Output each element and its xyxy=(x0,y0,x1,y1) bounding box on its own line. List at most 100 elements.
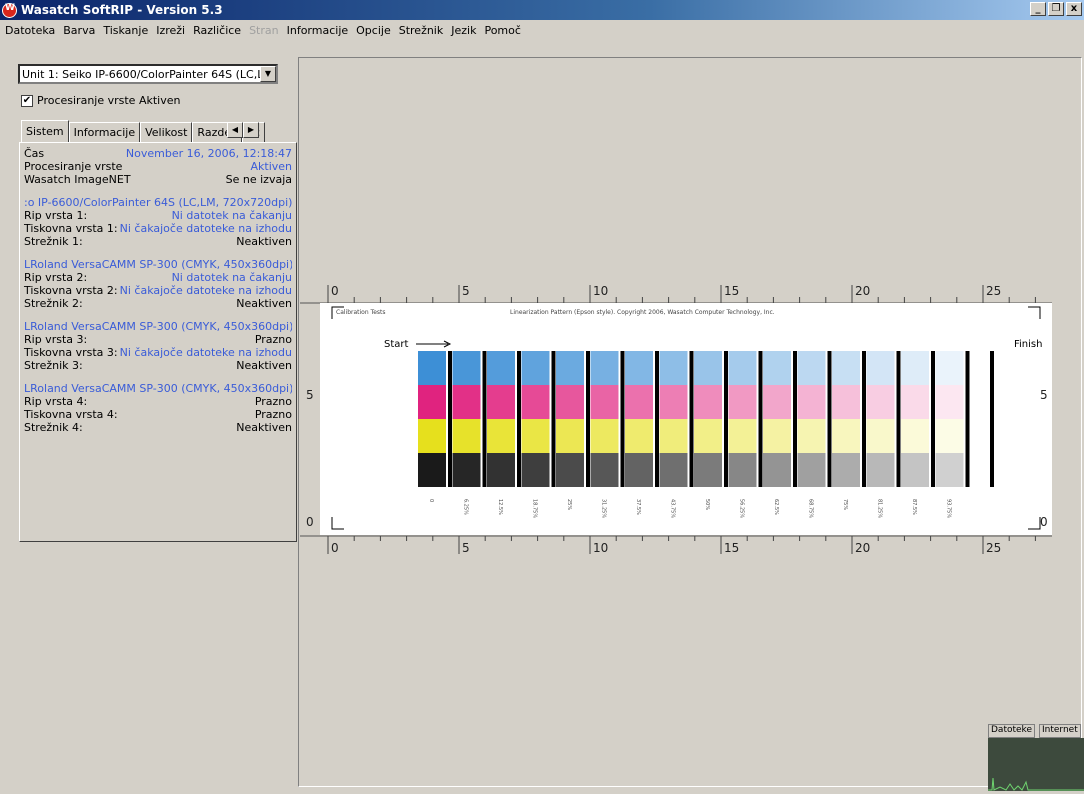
chevron-down-icon[interactable]: ▼ xyxy=(260,66,276,82)
printer-status-row-label: Tiskovna vrsta 2: xyxy=(24,284,118,297)
printer-status-row-value: Neaktiven xyxy=(236,235,292,248)
color-patch xyxy=(590,385,619,419)
menu-item-2[interactable]: Tiskanje xyxy=(100,24,153,37)
color-patch xyxy=(866,385,895,419)
color-patch xyxy=(452,419,481,453)
system-row-value: Se ne izvaja xyxy=(225,173,292,186)
printer-status-row-value: Prazno xyxy=(254,408,292,421)
color-patch xyxy=(521,453,550,487)
printer-status-row-label: Strežnik 4: xyxy=(24,421,83,434)
separator-bar xyxy=(896,351,901,487)
bottom-ruler-label: 15 xyxy=(724,541,739,555)
color-patch xyxy=(832,419,860,453)
color-patch xyxy=(418,419,446,453)
color-patch xyxy=(763,351,791,385)
queue-processing-checkbox[interactable]: ✔ xyxy=(21,94,33,107)
bottom-ruler-label: 20 xyxy=(855,541,870,555)
color-patch xyxy=(728,419,757,453)
color-patch xyxy=(487,351,515,385)
printer-status-row-label: Rip vrsta 3: xyxy=(24,333,88,346)
color-patch xyxy=(556,419,584,453)
color-patch xyxy=(625,385,653,419)
stats-tab-internet[interactable]: Internet xyxy=(1039,724,1081,738)
menu-item-1[interactable]: Barva xyxy=(60,24,100,37)
side-ruler-label-left: 0 xyxy=(306,515,314,529)
color-patch xyxy=(901,351,929,385)
printer-status-row-value: Neaktiven xyxy=(236,359,292,372)
color-patch xyxy=(935,419,964,453)
system-row-label: Procesiranje vrste xyxy=(24,160,123,173)
color-patch xyxy=(452,453,481,487)
queue-processing-toggle[interactable]: ✔ Procesiranje vrste Aktiven xyxy=(21,94,180,107)
step-label: 81.25% xyxy=(877,499,883,518)
close-button[interactable]: x xyxy=(1066,2,1082,16)
menu-item-10[interactable]: Pomoč xyxy=(481,24,525,37)
top-ruler-label: 0 xyxy=(331,284,339,298)
printer-status-row-label: Strežnik 3: xyxy=(24,359,83,372)
printer-status-row-value: Prazno xyxy=(254,333,292,346)
system-row-value: Aktiven xyxy=(250,160,292,173)
color-patch xyxy=(659,419,688,453)
printer-status-row-value: Ni čakajoče datoteke na izhodu xyxy=(119,346,292,359)
tab-velikost[interactable]: Velikost xyxy=(140,122,193,142)
color-patch xyxy=(832,385,860,419)
side-ruler-label-right: 5 xyxy=(1040,388,1048,402)
menu-item-6[interactable]: Informacije xyxy=(284,24,354,37)
printer-heading: LRoland VersaCAMM SP-300 (CMYK, 450x360d… xyxy=(24,320,292,333)
menu-item-0[interactable]: Datoteka xyxy=(2,24,60,37)
activity-graph xyxy=(988,738,1084,791)
printer-status-row: Strežnik 1: Neaktiven xyxy=(24,235,292,248)
printer-heading: LRoland VersaCAMM SP-300 (CMYK, 450x360d… xyxy=(24,258,292,271)
color-patch xyxy=(797,351,826,385)
color-patch xyxy=(521,351,550,385)
color-patch xyxy=(763,385,791,419)
bottom-ruler-label: 25 xyxy=(986,541,1001,555)
color-patch xyxy=(418,385,446,419)
step-label: 37.5% xyxy=(635,499,641,515)
printer-status-row: Strežnik 2: Neaktiven xyxy=(24,297,292,310)
step-label: 56.25% xyxy=(739,499,745,518)
chevron-right-icon[interactable]: ▶ xyxy=(243,122,259,138)
menu-item-8[interactable]: Strežnik xyxy=(396,24,449,37)
printer-status-row-label: Strežnik 2: xyxy=(24,297,83,310)
printer-status-row: Rip vrsta 4: Prazno xyxy=(24,395,292,408)
color-patch xyxy=(866,419,895,453)
color-patch xyxy=(625,453,653,487)
printer-status-row-value: Neaktiven xyxy=(236,297,292,310)
printer-status-row-value: Prazno xyxy=(254,395,292,408)
menu-item-4[interactable]: Različice xyxy=(190,24,246,37)
menu-item-3[interactable]: Izreži xyxy=(153,24,190,37)
color-patch xyxy=(659,453,688,487)
color-patch xyxy=(521,419,550,453)
printer-status-row-value: Neaktiven xyxy=(236,421,292,434)
top-ruler-label: 15 xyxy=(724,284,739,298)
window-controls: _ ❐ x xyxy=(1030,2,1082,16)
separator-bar xyxy=(724,351,728,487)
chart-header-center: Linearization Pattern (Epson style). Cop… xyxy=(510,309,775,316)
menu-item-7[interactable]: Opcije xyxy=(353,24,396,37)
menu-item-5[interactable]: Stran xyxy=(246,24,284,37)
color-patch xyxy=(659,385,688,419)
restore-button[interactable]: ❐ xyxy=(1048,2,1064,16)
stats-tab-files[interactable]: Datoteke xyxy=(988,724,1035,738)
system-row: Procesiranje vrste Aktiven xyxy=(24,160,292,173)
wasatch-logo-icon xyxy=(2,2,17,18)
separator-bar xyxy=(689,351,694,487)
color-patch xyxy=(418,453,446,487)
menu-item-9[interactable]: Jezik xyxy=(448,24,481,37)
tab-sistem[interactable]: Sistem xyxy=(21,120,69,142)
color-patch xyxy=(763,453,791,487)
tab-informacije[interactable]: Informacije xyxy=(68,122,141,142)
printer-status-row: Strežnik 3: Neaktiven xyxy=(24,359,292,372)
control-panel: Unit 1: Seiko IP-6600/ColorPainter 64S (… xyxy=(9,57,297,787)
unit-select[interactable]: Unit 1: Seiko IP-6600/ColorPainter 64S (… xyxy=(18,64,278,84)
color-patch xyxy=(797,453,826,487)
step-label: 18.75% xyxy=(532,499,538,518)
minimize-button[interactable]: _ xyxy=(1030,2,1046,16)
step-label: 0 xyxy=(428,499,434,502)
color-patch xyxy=(556,385,584,419)
color-patch xyxy=(452,385,481,419)
chevron-left-icon[interactable]: ◀ xyxy=(227,122,243,138)
color-patch xyxy=(556,351,584,385)
step-label: 75% xyxy=(842,499,848,510)
